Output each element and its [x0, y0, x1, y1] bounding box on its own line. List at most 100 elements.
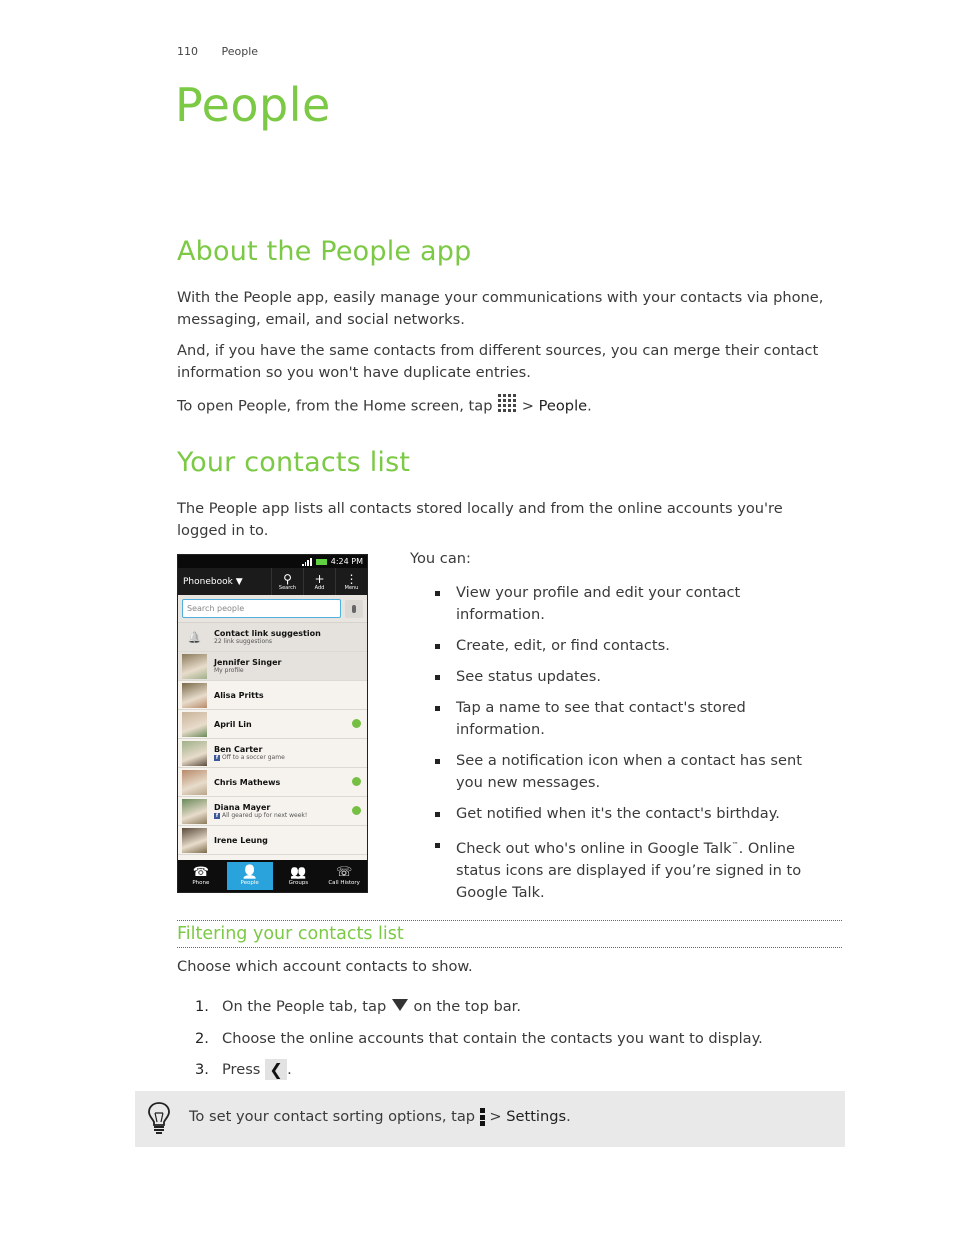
dropdown-triangle-icon [391, 998, 409, 1016]
step-3: 3. Press ❮. [195, 1054, 763, 1086]
tip-text: To set your contact sorting options, tap… [189, 1108, 571, 1126]
contact-name: Irene Leung [214, 835, 268, 845]
contact-row[interactable]: Diana Mayer f All geared up for next week! [178, 797, 367, 826]
contact-text: Contact link suggestion 22 link suggestio… [214, 629, 321, 645]
contact-row[interactable]: Alisa Pritts [178, 681, 367, 710]
dropdown-triangle-icon: ▼ [235, 576, 243, 587]
search-icon: ⚲ [283, 571, 292, 586]
contact-list: 🔔 Contact link suggestion 22 link suggesti… [178, 623, 367, 855]
facebook-icon: f [214, 812, 220, 819]
avatar [182, 798, 207, 824]
add-button[interactable]: + Add [303, 568, 335, 595]
back-arrow-icon: ❮ [265, 1059, 288, 1081]
contact-subtitle: 22 link suggestions [214, 638, 321, 645]
groups-icon: 👥 [290, 865, 307, 880]
tip-text-before: To set your contact sorting options, tap [189, 1108, 476, 1125]
contact-text: Alisa Pritts [214, 691, 264, 700]
about-para-3-sep: > [521, 397, 534, 415]
bell-icon: 🔔 [187, 630, 202, 644]
online-status-icon [352, 777, 361, 786]
search-button[interactable]: ⚲ Search [271, 568, 303, 595]
contact-name: April Lin [214, 719, 252, 729]
contact-name: Alisa Pritts [214, 690, 264, 700]
running-head-section: People [221, 45, 259, 58]
microphone-button[interactable] [345, 599, 363, 618]
feature-item: Create, edit, or find contacts. [435, 635, 830, 657]
phone-bottom-bar: ☎ Phone 👤 People 👥 Groups ☏ Call History [178, 860, 367, 892]
search-input[interactable]: Search people [182, 599, 341, 618]
tab-phone[interactable]: ☎ Phone [178, 860, 224, 892]
step-number: 1. [195, 998, 209, 1016]
phone-top-bar: Phonebook ▼ ⚲ Search + Add ⋮ Menu [178, 568, 367, 595]
contact-row[interactable]: Ben Carter f Off to a soccer game [178, 739, 367, 768]
feature-item: View your profile and edit your contact … [435, 582, 830, 626]
lightbulb-icon [147, 1101, 171, 1139]
step-1: 1. On the People tab, tap on the top bar… [195, 991, 763, 1023]
running-head: 110 People [177, 45, 258, 58]
filtering-intro: Choose which account contacts to show. [177, 958, 473, 975]
contact-row[interactable]: Chris Mathews [178, 768, 367, 797]
contact-row[interactable]: Irene Leung [178, 826, 367, 855]
feature-item: Get notified when it's the contact's bir… [435, 803, 830, 825]
tab-groups[interactable]: 👥 Groups [276, 860, 322, 892]
divider-top [177, 920, 842, 921]
phonebook-dropdown[interactable]: Phonebook ▼ [178, 577, 271, 587]
microphone-icon [352, 604, 356, 613]
contact-subtitle-text: My profile [214, 667, 244, 674]
search-placeholder: Search people [187, 604, 245, 613]
person-icon: 👤 [241, 865, 258, 880]
tab-people[interactable]: 👤 People [226, 862, 273, 890]
divider-bottom [177, 947, 842, 948]
feature-list: View your profile and edit your contact … [435, 582, 830, 913]
heading-about: About the People app [177, 236, 472, 267]
contact-text: Irene Leung [214, 836, 268, 845]
contact-name: Diana Mayer [214, 803, 271, 812]
tab-call-history[interactable]: ☏ Call History [321, 860, 367, 892]
about-para-3-target: People [538, 397, 588, 415]
contacts-intro: The People app lists all contacts stored… [177, 500, 783, 539]
plus-icon: + [314, 571, 325, 586]
filtering-steps: 1. On the People tab, tap on the top bar… [195, 991, 763, 1086]
feature-item: Tap a name to see that contact's stored … [435, 697, 830, 741]
step-text-after: . [287, 1061, 292, 1079]
step-2: 2. Choose the online accounts that conta… [195, 1023, 763, 1055]
feature-text: Check out who's online in Google Talk [456, 839, 732, 857]
tab-label: Phone [192, 880, 210, 886]
feature-item: See status updates. [435, 666, 830, 688]
contact-name: Jennifer Singer [214, 658, 282, 667]
phonebook-label: Phonebook [183, 576, 233, 587]
online-status-icon [352, 719, 361, 728]
feature-item: See a notification icon when a contact h… [435, 750, 830, 794]
contact-name: Chris Mathews [214, 777, 281, 787]
step-text-after: on the top bar. [413, 998, 521, 1016]
battery-icon [315, 558, 327, 565]
contact-subtitle: My profile [214, 667, 281, 674]
about-para-3: To open People, from the Home screen, ta… [177, 393, 827, 420]
page-number: 110 [177, 45, 198, 58]
step-text: Press [222, 1061, 261, 1079]
contact-text: Chris Mathews [214, 778, 280, 787]
chapter-title: People [175, 78, 331, 132]
avatar [182, 769, 207, 795]
search-button-label: Search [278, 584, 297, 591]
avatar [182, 740, 207, 766]
avatar [182, 827, 207, 853]
tab-label: People [240, 880, 259, 886]
contact-subtitle: f Off to a soccer game [214, 754, 285, 761]
contact-text: Diana Mayer f All geared up for next week! [214, 803, 307, 819]
tab-label: Call History [328, 880, 360, 886]
avatar [182, 653, 207, 679]
menu-dots-icon: ⋮ [345, 571, 358, 586]
avatar [182, 711, 207, 737]
about-para-2: And, if you have the same contacts from … [177, 342, 819, 381]
contact-name: Contact link suggestion [214, 629, 321, 638]
contact-text: April Lin [214, 720, 252, 729]
menu-button-label: Menu [344, 584, 359, 591]
contact-row[interactable]: April Lin [178, 710, 367, 739]
step-number: 3. [195, 1061, 209, 1079]
step-text: On the People tab, tap [222, 998, 387, 1016]
contact-row[interactable]: Jennifer Singer My profile [178, 652, 367, 681]
menu-button[interactable]: ⋮ Menu [335, 568, 367, 595]
contact-link-suggestion-row[interactable]: 🔔 Contact link suggestion 22 link suggesti… [178, 623, 367, 652]
phone-icon: ☎ [192, 865, 209, 880]
